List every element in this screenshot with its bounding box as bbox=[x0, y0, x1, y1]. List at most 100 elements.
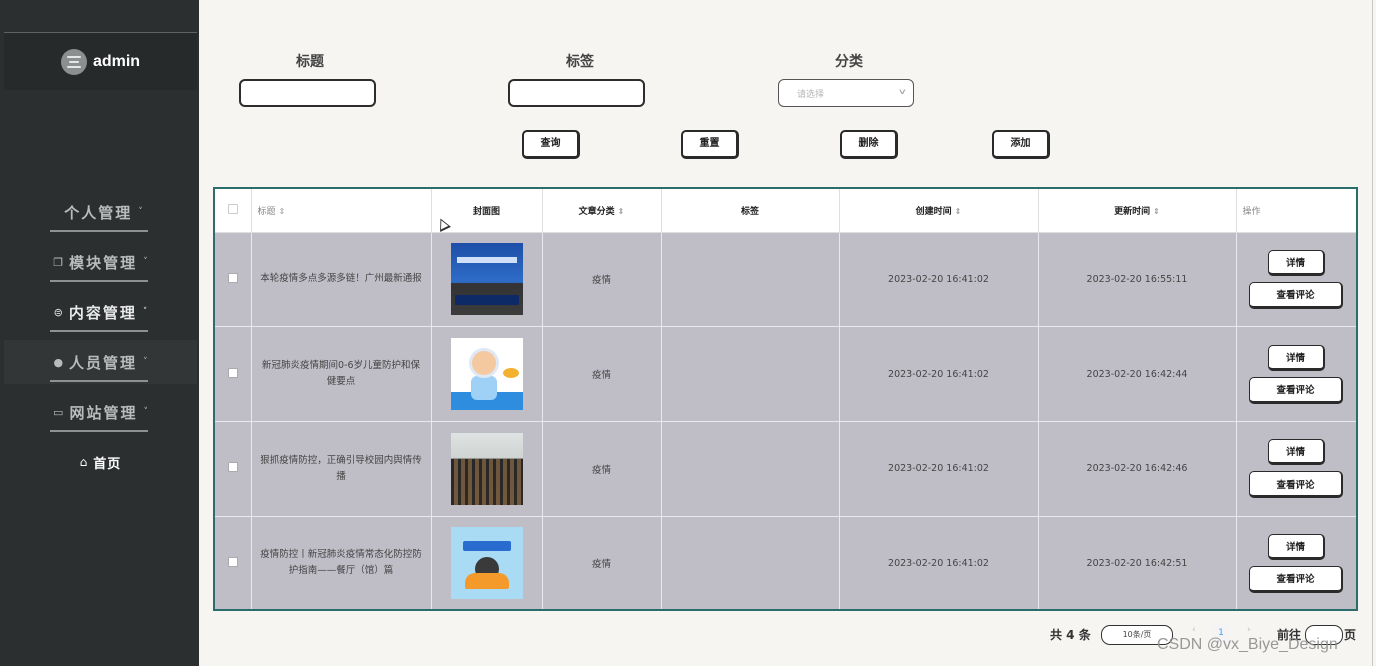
sort-icon[interactable]: ⇕ bbox=[955, 207, 962, 216]
title-input[interactable] bbox=[239, 79, 376, 107]
chevron-down-icon: ˅ bbox=[143, 407, 148, 417]
table-header-row: 标题 ⇕ 封面图 文章分类 ⇕ 标签 创建时间 ⇕ 更新时间 ⇕ 操作 bbox=[215, 189, 1356, 233]
row-tag bbox=[661, 232, 840, 328]
header-tag: 标签 bbox=[661, 189, 840, 233]
cover-image bbox=[450, 527, 523, 600]
header-title[interactable]: 标题 ⇕ bbox=[251, 189, 432, 233]
row-created: 2023-02-20 16:41:02 bbox=[839, 421, 1039, 517]
table-row: 本轮疫情多点多源多链！广州最新通报 疫情 2023-02-20 16:41:02… bbox=[215, 232, 1356, 328]
chevron-down-icon: ˅ bbox=[143, 357, 148, 367]
row-title: 本轮疫情多点多源多链！广州最新通报 bbox=[251, 232, 432, 328]
scrollbar-track[interactable] bbox=[1372, 0, 1373, 666]
search-button[interactable]: 查询 bbox=[522, 130, 580, 159]
watermark: CSDN @vx_Biye_Design bbox=[1157, 636, 1338, 653]
row-checkbox[interactable] bbox=[227, 556, 238, 567]
row-title: 疫情防控丨新冠肺炎疫情常态化防控防护指南——餐厅（馆）篇 bbox=[251, 516, 432, 609]
page-suffix-label: 页 bbox=[1344, 628, 1357, 642]
add-button[interactable]: 添加 bbox=[992, 130, 1050, 159]
row-created: 2023-02-20 16:41:02 bbox=[839, 326, 1039, 422]
title-filter-label: 标题 bbox=[296, 54, 324, 70]
chat-icon: ⊜ bbox=[53, 305, 63, 319]
cover-image bbox=[450, 243, 523, 316]
view-comments-button[interactable]: 查看评论 bbox=[1249, 471, 1343, 499]
menu-item-home[interactable]: ⌂ 首页 bbox=[4, 440, 197, 484]
header-updated-label: 更新时间 bbox=[1114, 206, 1151, 217]
total-count: 共 4 条 bbox=[1050, 628, 1091, 642]
chevron-down-icon: ˅ bbox=[142, 307, 148, 317]
sort-icon[interactable]: ⇕ bbox=[1153, 207, 1160, 216]
row-updated: 2023-02-20 16:42:46 bbox=[1038, 421, 1237, 517]
prev-page-icon[interactable]: ‹ bbox=[1192, 625, 1196, 635]
sort-icon[interactable]: ⇕ bbox=[279, 207, 286, 216]
view-comments-button[interactable]: 查看评论 bbox=[1249, 281, 1343, 309]
table-row: 疫情防控丨新冠肺炎疫情常态化防控防护指南——餐厅（馆）篇 疫情 2023-02-… bbox=[215, 516, 1356, 609]
tag-filter-label: 标签 bbox=[566, 54, 594, 70]
row-select-cell[interactable] bbox=[215, 516, 252, 609]
sidebar: admin 个人管理 ˅ ❐ 模块管理 ˅ ⊜ 内容管理 ˅ ● 人员管理 ˅ … bbox=[0, 0, 199, 666]
detail-button[interactable]: 详情 bbox=[1267, 439, 1325, 466]
row-updated: 2023-02-20 16:55:11 bbox=[1038, 232, 1237, 328]
header-created[interactable]: 创建时间 ⇕ bbox=[839, 189, 1039, 233]
row-checkbox[interactable] bbox=[227, 367, 238, 378]
row-ops: 详情 查看评论 bbox=[1236, 232, 1356, 328]
row-category: 疫情 bbox=[542, 232, 662, 328]
row-ops: 详情 查看评论 bbox=[1236, 421, 1356, 517]
select-all-checkbox[interactable] bbox=[227, 203, 238, 214]
row-created: 2023-02-20 16:41:02 bbox=[839, 232, 1039, 328]
detail-button[interactable]: 详情 bbox=[1267, 344, 1325, 371]
category-placeholder: 请选择 bbox=[797, 89, 825, 100]
row-checkbox[interactable] bbox=[227, 272, 238, 283]
view-comments-button[interactable]: 查看评论 bbox=[1249, 565, 1343, 593]
row-updated: 2023-02-20 16:42:44 bbox=[1038, 326, 1237, 422]
table-row: 狠抓疫情防控，正确引导校园内舆情传播 疫情 2023-02-20 16:41:0… bbox=[215, 421, 1356, 517]
cover-image bbox=[450, 432, 523, 505]
row-select-cell[interactable] bbox=[215, 232, 252, 328]
row-category: 疫情 bbox=[542, 516, 662, 609]
select-all-cell[interactable] bbox=[215, 189, 252, 233]
row-cover bbox=[431, 232, 543, 328]
home-icon: ⌂ bbox=[79, 455, 88, 469]
menu-item-content[interactable]: ⊜ 内容管理 ˅ bbox=[4, 290, 197, 334]
header-category[interactable]: 文章分类 ⇕ bbox=[542, 189, 662, 233]
detail-button[interactable]: 详情 bbox=[1267, 249, 1325, 276]
next-page-icon[interactable]: › bbox=[1247, 625, 1251, 635]
cover-image bbox=[450, 338, 523, 411]
category-select[interactable]: 请选择 v bbox=[778, 79, 914, 107]
view-comments-button[interactable]: 查看评论 bbox=[1249, 376, 1343, 404]
row-title: 新冠肺炎疫情期间0-6岁儿童防护和保健要点 bbox=[251, 326, 432, 422]
table-row: 新冠肺炎疫情期间0-6岁儿童防护和保健要点 疫情 2023-02-20 16:4… bbox=[215, 326, 1356, 422]
row-select-cell[interactable] bbox=[215, 326, 252, 422]
delete-button[interactable]: 删除 bbox=[840, 130, 898, 159]
row-cover bbox=[431, 421, 543, 517]
row-checkbox[interactable] bbox=[227, 462, 238, 473]
sort-icon[interactable]: ⇕ bbox=[618, 207, 625, 216]
avatar-icon bbox=[60, 48, 87, 75]
user-panel: admin bbox=[4, 33, 197, 90]
row-tag bbox=[661, 421, 840, 517]
row-category: 疫情 bbox=[542, 326, 662, 422]
header-updated[interactable]: 更新时间 ⇕ bbox=[1038, 189, 1237, 233]
header-category-label: 文章分类 bbox=[578, 206, 615, 217]
tag-input[interactable] bbox=[508, 79, 645, 107]
menu-item-personal[interactable]: 个人管理 ˅ bbox=[4, 190, 197, 234]
header-created-label: 创建时间 bbox=[915, 206, 952, 217]
row-ops: 详情 查看评论 bbox=[1236, 326, 1356, 422]
menu-label: 首页 bbox=[93, 456, 122, 472]
user-icon: ● bbox=[53, 355, 64, 369]
chevron-down-icon: v bbox=[899, 87, 906, 96]
row-select-cell[interactable] bbox=[215, 421, 252, 517]
row-ops: 详情 查看评论 bbox=[1236, 516, 1356, 609]
menu-label: 模块管理 bbox=[69, 253, 138, 272]
menu-item-modules[interactable]: ❐ 模块管理 ˅ bbox=[4, 240, 197, 284]
detail-button[interactable]: 详情 bbox=[1267, 533, 1325, 560]
row-cover bbox=[431, 326, 543, 422]
row-updated: 2023-02-20 16:42:51 bbox=[1038, 516, 1237, 609]
user-name: admin bbox=[92, 52, 141, 70]
row-tag bbox=[661, 516, 840, 609]
reset-button[interactable]: 重置 bbox=[681, 130, 739, 159]
menu-label: 人员管理 bbox=[69, 353, 138, 372]
article-table: 标题 ⇕ 封面图 文章分类 ⇕ 标签 创建时间 ⇕ 更新时间 ⇕ 操作 本轮疫情多点多源… bbox=[213, 187, 1358, 611]
menu-label: 个人管理 bbox=[64, 203, 133, 222]
menu-item-website[interactable]: ▭ 网站管理 ˅ bbox=[4, 390, 197, 434]
menu-item-users[interactable]: ● 人员管理 ˅ bbox=[4, 340, 197, 384]
